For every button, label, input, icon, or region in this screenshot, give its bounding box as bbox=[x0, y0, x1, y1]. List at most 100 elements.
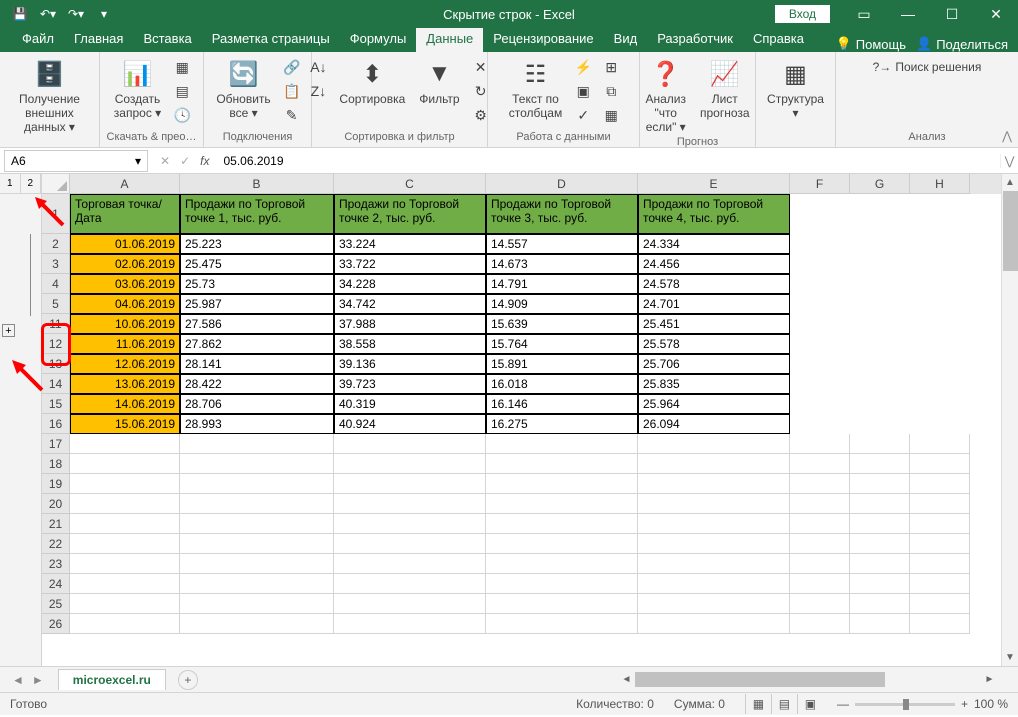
empty-cell[interactable] bbox=[180, 434, 334, 454]
data-cell[interactable]: 25.223 bbox=[180, 234, 334, 254]
data-cell[interactable]: 39.723 bbox=[334, 374, 486, 394]
data-cell[interactable]: 34.228 bbox=[334, 274, 486, 294]
header-cell[interactable]: Продажи по Торговой точке 2, тыс. руб. bbox=[334, 194, 486, 234]
data-cell[interactable]: 25.475 bbox=[180, 254, 334, 274]
data-cell[interactable]: 25.706 bbox=[638, 354, 790, 374]
empty-cell[interactable] bbox=[180, 474, 334, 494]
empty-cell[interactable] bbox=[850, 594, 910, 614]
empty-cell[interactable] bbox=[334, 614, 486, 634]
empty-cell[interactable] bbox=[910, 454, 970, 474]
get-external-data-button[interactable]: 🗄️Получение внешних данных ▾ bbox=[8, 56, 91, 136]
col-header-E[interactable]: E bbox=[638, 174, 790, 194]
relationships-icon[interactable]: ⧉ bbox=[600, 80, 622, 102]
data-cell[interactable]: 28.141 bbox=[180, 354, 334, 374]
save-icon[interactable]: 💾 bbox=[8, 2, 32, 26]
outline-level-1[interactable]: 1 bbox=[0, 174, 21, 193]
row-header-5[interactable]: 5 bbox=[42, 294, 70, 314]
outline-level-2[interactable]: 2 bbox=[21, 174, 42, 193]
empty-cell[interactable] bbox=[850, 454, 910, 474]
empty-cell[interactable] bbox=[910, 514, 970, 534]
data-cell[interactable]: 25.578 bbox=[638, 334, 790, 354]
data-cell[interactable]: 25.987 bbox=[180, 294, 334, 314]
tab-data[interactable]: Данные bbox=[416, 27, 483, 52]
empty-cell[interactable] bbox=[486, 534, 638, 554]
empty-cell[interactable] bbox=[910, 554, 970, 574]
outline-expand-icon[interactable]: + bbox=[2, 324, 15, 337]
data-cell[interactable]: 33.722 bbox=[334, 254, 486, 274]
row-header-16[interactable]: 16 bbox=[42, 414, 70, 434]
empty-cell[interactable] bbox=[334, 494, 486, 514]
tab-home[interactable]: Главная bbox=[64, 27, 133, 52]
empty-cell[interactable] bbox=[70, 574, 180, 594]
empty-cell[interactable] bbox=[334, 594, 486, 614]
empty-cell[interactable] bbox=[638, 534, 790, 554]
date-cell[interactable]: 15.06.2019 bbox=[70, 414, 180, 434]
sort-za-icon[interactable]: Z↓ bbox=[307, 80, 329, 102]
page-layout-icon[interactable]: ▤ bbox=[771, 694, 797, 714]
data-cell[interactable]: 25.73 bbox=[180, 274, 334, 294]
empty-cell[interactable] bbox=[850, 434, 910, 454]
empty-cell[interactable] bbox=[334, 514, 486, 534]
row-header-20[interactable]: 20 bbox=[42, 494, 70, 514]
empty-cell[interactable] bbox=[850, 554, 910, 574]
row-header-22[interactable]: 22 bbox=[42, 534, 70, 554]
data-cell[interactable]: 27.586 bbox=[180, 314, 334, 334]
data-cell[interactable]: 27.862 bbox=[180, 334, 334, 354]
empty-cell[interactable] bbox=[790, 434, 850, 454]
empty-cell[interactable] bbox=[638, 454, 790, 474]
add-sheet-icon[interactable]: + bbox=[178, 670, 198, 690]
data-validation-icon[interactable]: ✓ bbox=[572, 104, 594, 126]
empty-cell[interactable] bbox=[486, 594, 638, 614]
empty-cell[interactable] bbox=[850, 534, 910, 554]
tab-layout[interactable]: Разметка страницы bbox=[202, 27, 340, 52]
empty-cell[interactable] bbox=[910, 614, 970, 634]
header-cell[interactable]: Торговая точка/ Дата bbox=[70, 194, 180, 234]
prev-sheet-icon[interactable]: ◄ bbox=[12, 673, 24, 687]
data-cell[interactable]: 24.334 bbox=[638, 234, 790, 254]
horizontal-scrollbar[interactable]: ◄ ► bbox=[618, 671, 998, 688]
header-cell[interactable]: Продажи по Торговой точке 1, тыс. руб. bbox=[180, 194, 334, 234]
row-header-23[interactable]: 23 bbox=[42, 554, 70, 574]
tab-insert[interactable]: Вставка bbox=[133, 27, 201, 52]
collapse-ribbon-icon[interactable]: ⋀ bbox=[1002, 129, 1012, 143]
empty-cell[interactable] bbox=[70, 434, 180, 454]
empty-cell[interactable] bbox=[486, 614, 638, 634]
redo-icon[interactable]: ↷▾ bbox=[64, 2, 88, 26]
sheet-tab[interactable]: microexcel.ru bbox=[58, 669, 166, 690]
expand-formula-icon[interactable]: ⋁ bbox=[1000, 154, 1018, 168]
empty-cell[interactable] bbox=[180, 554, 334, 574]
data-cell[interactable]: 15.639 bbox=[486, 314, 638, 334]
qa-dropdown-icon[interactable]: ▾ bbox=[92, 2, 116, 26]
data-cell[interactable]: 28.993 bbox=[180, 414, 334, 434]
data-cell[interactable]: 28.422 bbox=[180, 374, 334, 394]
tab-view[interactable]: Вид bbox=[604, 27, 648, 52]
empty-cell[interactable] bbox=[910, 434, 970, 454]
formula-input[interactable]: 05.06.2019 bbox=[217, 154, 1000, 168]
col-header-F[interactable]: F bbox=[790, 174, 850, 194]
data-cell[interactable]: 15.891 bbox=[486, 354, 638, 374]
empty-cell[interactable] bbox=[70, 594, 180, 614]
empty-cell[interactable] bbox=[180, 534, 334, 554]
solver-button[interactable]: ?→Поиск решения bbox=[873, 60, 982, 74]
empty-cell[interactable] bbox=[486, 574, 638, 594]
minimize-icon[interactable]: — bbox=[886, 0, 930, 28]
row-header-17[interactable]: 17 bbox=[42, 434, 70, 454]
empty-cell[interactable] bbox=[334, 454, 486, 474]
row-header-4[interactable]: 4 bbox=[42, 274, 70, 294]
col-header-C[interactable]: C bbox=[334, 174, 486, 194]
refresh-all-button[interactable]: 🔄Обновить все ▾ bbox=[212, 56, 274, 122]
header-cell[interactable]: Продажи по Торговой точке 3, тыс. руб. bbox=[486, 194, 638, 234]
empty-cell[interactable] bbox=[910, 474, 970, 494]
scroll-up-icon[interactable]: ▲ bbox=[1002, 174, 1018, 191]
consolidate-icon[interactable]: ⊞ bbox=[600, 56, 622, 78]
vscroll-thumb[interactable] bbox=[1003, 191, 1018, 271]
empty-cell[interactable] bbox=[790, 514, 850, 534]
date-cell[interactable]: 10.06.2019 bbox=[70, 314, 180, 334]
empty-cell[interactable] bbox=[638, 574, 790, 594]
zoom-in-icon[interactable]: + bbox=[961, 697, 968, 711]
row-header-15[interactable]: 15 bbox=[42, 394, 70, 414]
empty-cell[interactable] bbox=[486, 434, 638, 454]
data-cell[interactable]: 15.764 bbox=[486, 334, 638, 354]
date-cell[interactable]: 13.06.2019 bbox=[70, 374, 180, 394]
name-box[interactable]: A6▾ bbox=[4, 150, 148, 172]
